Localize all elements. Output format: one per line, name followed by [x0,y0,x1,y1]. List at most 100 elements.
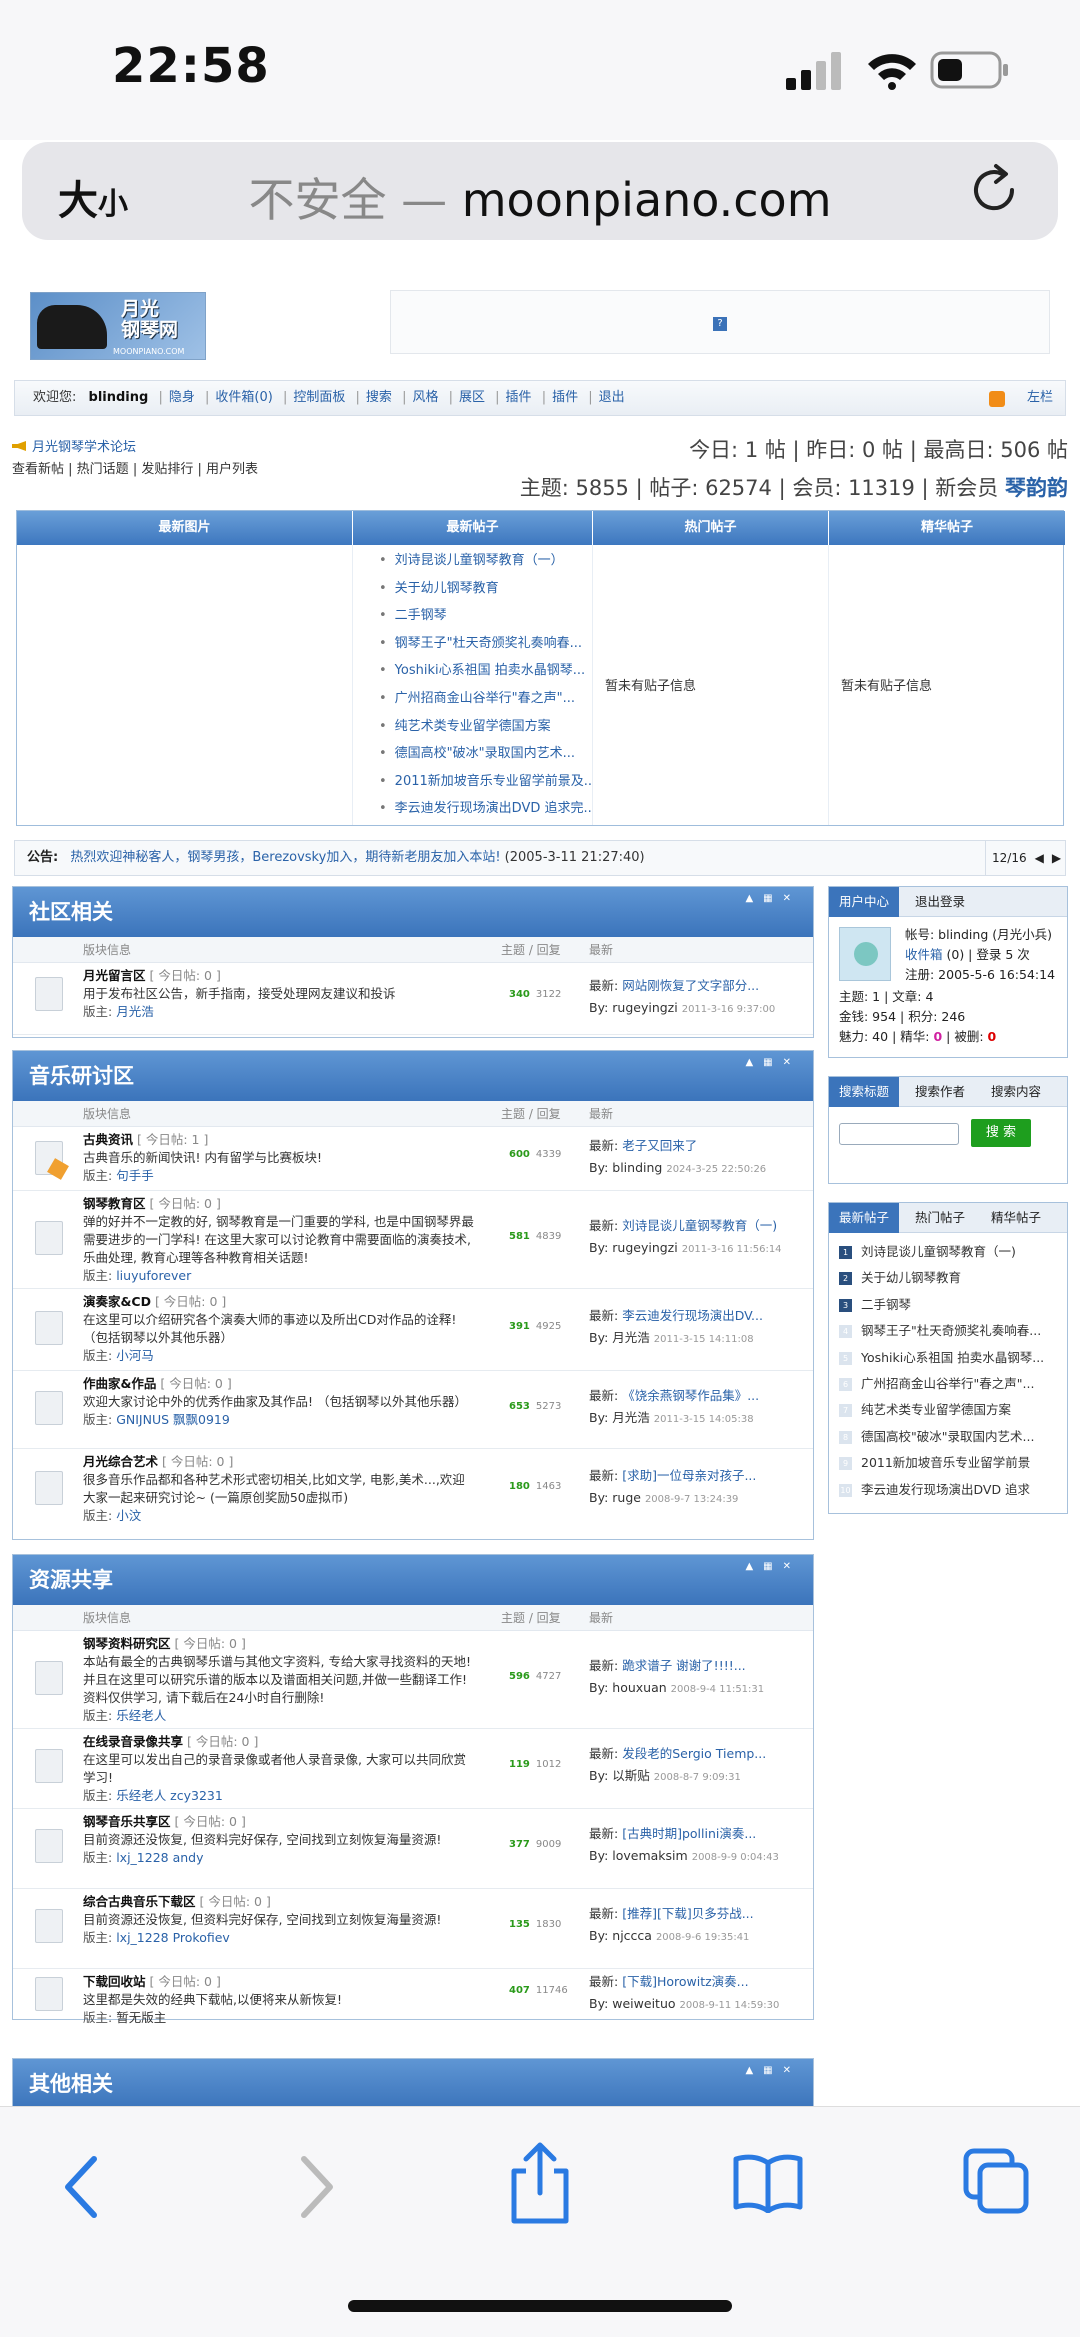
tab-elite-posts[interactable]: 精华帖子 [981,1203,1051,1233]
board-name[interactable]: 月光留言区 [83,968,146,983]
board-name[interactable]: 作曲家&作品 [83,1376,156,1391]
new-post-item[interactable]: 3 二手钢琴 [829,1292,1067,1318]
last-post-link[interactable]: [古典时期]pollini演奏... [622,1826,756,1841]
moderator-link[interactable]: lxj_1228 Prokofiev [116,1930,230,1945]
nav-search[interactable]: 搜索 [366,390,392,405]
view-new-posts-link[interactable]: 查看新帖 [12,462,64,477]
search-button[interactable]: 搜 索 [971,1119,1031,1147]
board-name[interactable]: 下载回收站 [83,1974,146,1989]
new-post-item[interactable]: 5 Yoshiki心系祖国 拍卖水晶钢琴... [829,1345,1067,1371]
moderator-link[interactable]: 小河马 [116,1348,154,1363]
hot-topics-link[interactable]: 热门话题 [77,462,129,477]
tab-search-title[interactable]: 搜索标题 [829,1077,900,1107]
avatar[interactable] [839,927,891,981]
next-arrow-icon[interactable]: ▶ [1052,851,1061,865]
tab-user-center[interactable]: 用户中心 [829,887,900,917]
newest-member-link[interactable]: 琴韵韵 [1005,476,1068,500]
home-indicator[interactable] [348,2300,732,2312]
tab-hot-posts[interactable]: 热门帖子 [905,1203,975,1233]
ad-banner[interactable]: ? [390,290,1050,354]
nav-gallery[interactable]: 展区 [459,390,485,405]
board-name[interactable]: 月光综合艺术 [83,1454,158,1469]
last-post-link[interactable]: 发段老的Sergio Tiemp... [622,1746,766,1761]
reload-icon[interactable] [966,162,1022,218]
section-tools-icon[interactable]: ▲▦✕ [745,893,801,905]
latest-post-item[interactable]: 广州招商金山谷举行"春之声"... [379,685,592,713]
nav-style[interactable]: 风格 [412,390,438,405]
board-name[interactable]: 古典资讯 [83,1132,133,1147]
section-tools-icon[interactable]: ▲▦✕ [745,2065,801,2077]
address-bar[interactable]: 大小 不安全 — moonpiano.com [22,142,1058,240]
new-post-item[interactable]: 8 德国高校"破冰"录取国内艺术... [829,1424,1067,1450]
board-name[interactable]: 钢琴教育区 [83,1196,146,1211]
tab-search-content[interactable]: 搜索内容 [981,1077,1051,1107]
forward-arrow-icon[interactable] [290,2151,342,2223]
last-post-link[interactable]: [推荐][下载]贝多芬战... [622,1906,753,1921]
nav-inbox[interactable]: 收件箱(0) [215,390,272,405]
section-tools-icon[interactable]: ▲▦✕ [745,1561,801,1573]
new-post-item[interactable]: 2 关于幼儿钢琴教育 [829,1265,1067,1291]
latest-post-item[interactable]: 二手钢琴 [379,602,592,630]
last-post-link[interactable]: 《饶余燕钢琴作品集》... [622,1388,759,1403]
search-input[interactable] [839,1123,959,1145]
inbox-link[interactable]: 收件箱 [905,947,943,962]
last-post-link[interactable]: 李云迪发行现场演出DV... [622,1308,763,1323]
moderator-link[interactable]: 月光浩 [116,1004,154,1019]
new-post-item[interactable]: 7 纯艺术类专业留学德国方案 [829,1397,1067,1423]
moderator-link[interactable]: liuyuforever [116,1268,191,1283]
latest-post-item[interactable]: 刘诗昆谈儿童钢琴教育（一） [379,547,592,575]
moderator-link[interactable]: 小汶 [116,1508,141,1523]
new-post-item[interactable]: 1 刘诗昆谈儿童钢琴教育（一) [829,1239,1067,1265]
latest-post-item[interactable]: 钢琴王子"杜天奇颁奖礼奏响春... [379,630,592,658]
forum-home-link[interactable]: 月光钢琴学术论坛 [12,436,136,455]
rss-icon[interactable] [989,391,1005,407]
nav-control-panel[interactable]: 控制面板 [293,390,345,405]
board-name[interactable]: 在线录音录像共享 [83,1734,183,1749]
nav-plugins-2[interactable]: 插件 [552,390,578,405]
new-post-item[interactable]: 9 2011新加坡音乐专业留学前景 [829,1450,1067,1476]
bookmarks-icon[interactable] [732,2153,804,2213]
moderator-link[interactable]: 乐经老人 [116,1708,166,1723]
moderator-link[interactable]: lxj_1228 andy [116,1850,203,1865]
new-post-item[interactable]: 4 钢琴王子"杜天奇颁奖礼奏响春... [829,1318,1067,1344]
latest-post-item[interactable]: 2011新加坡音乐专业留学前景及... [379,768,592,796]
tabs-icon[interactable] [962,2147,1030,2215]
last-post-link[interactable]: [求助]一位母亲对孩子... [622,1468,756,1483]
last-post-link[interactable]: [下载]Horowitz演奏... [622,1974,748,1989]
tab-new-posts[interactable]: 最新帖子 [829,1203,900,1233]
nav-plugins-1[interactable]: 插件 [506,390,532,405]
moderator-link[interactable]: GNIJNUS 飘飘0919 [116,1412,230,1427]
announcement-link[interactable]: 热烈欢迎神秘客人，钢琴男孩，Berezovsky加入，期待新老朋友加入本站! [70,850,500,865]
section-resource-sharing: 资源共享 ▲▦✕ 版块信息 主题 / 回复 最新 钢琴资料研究区 [ 今日帖: 0 ]… [12,1554,814,2025]
tab-logout[interactable]: 退出登录 [905,887,975,917]
latest-post-item[interactable]: 纯艺术类专业留学德国方案 [379,713,592,741]
moderator-link[interactable]: 乐经老人 zcy3231 [116,1788,223,1803]
share-icon[interactable] [504,2141,576,2225]
tab-search-author[interactable]: 搜索作者 [905,1077,975,1107]
nav-invisible[interactable]: 隐身 [169,390,195,405]
section-tools-icon[interactable]: ▲▦✕ [745,1057,801,1069]
moderator-link[interactable]: 句手手 [116,1168,154,1183]
board-name[interactable]: 钢琴资料研究区 [83,1636,171,1651]
post-ranking-link[interactable]: 发贴排行 [141,462,193,477]
last-post-link[interactable]: 网站刚恢复了文字部分... [622,978,759,993]
board-name[interactable]: 综合古典音乐下载区 [83,1894,196,1909]
board-name[interactable]: 钢琴音乐共享区 [83,1814,171,1829]
prev-arrow-icon[interactable]: ◀ [1035,851,1044,865]
url-display[interactable]: 不安全 — moonpiano.com [22,164,1058,230]
latest-post-item[interactable]: Yoshiki心系祖国 拍卖水晶钢琴... [379,657,592,685]
latest-post-item[interactable]: 德国高校"破冰"录取国内艺术... [379,740,592,768]
nav-logout[interactable]: 退出 [599,390,625,405]
back-arrow-icon[interactable] [56,2151,108,2223]
last-post-link[interactable]: 老子又回来了 [622,1138,697,1153]
board-name[interactable]: 演奏家&CD [83,1294,151,1309]
site-logo[interactable]: 月光 钢琴网 MOONPIANO.COM [30,292,206,360]
latest-post-item[interactable]: 李云迪发行现场演出DVD 追求完... [379,795,592,823]
member-list-link[interactable]: 用户列表 [206,462,258,477]
last-post-link[interactable]: 跪求谱子 谢谢了!!!!... [622,1658,745,1673]
new-post-item[interactable]: 6 广州招商金山谷举行"春之声"... [829,1371,1067,1397]
last-post-link[interactable]: 刘诗昆谈儿童钢琴教育（一) [622,1218,777,1233]
left-column-toggle[interactable]: 左栏 [1027,381,1053,415]
new-post-item[interactable]: 10 李云迪发行现场演出DVD 追求 [829,1477,1067,1503]
latest-post-item[interactable]: 关于幼儿钢琴教育 [379,575,592,603]
